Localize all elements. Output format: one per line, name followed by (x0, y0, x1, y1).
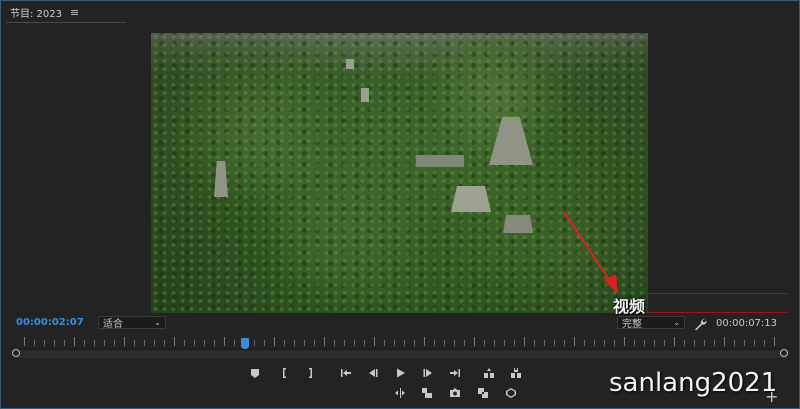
header-divider (6, 22, 126, 23)
playback-resolution-value: 完整 (622, 319, 642, 330)
go-to-in-icon[interactable] (339, 366, 353, 380)
chevron-down-icon: ⌄ (154, 318, 161, 327)
export-frame-icon[interactable] (448, 386, 462, 400)
settings-wrench-icon[interactable] (694, 316, 707, 331)
vr-video-icon[interactable] (504, 386, 518, 400)
red-arrow-annotation (563, 211, 618, 294)
step-back-icon[interactable] (366, 366, 380, 380)
go-to-out-icon[interactable] (448, 366, 462, 380)
panel-title[interactable]: 节目: 2023 (10, 5, 62, 20)
red-underline-annotation (648, 312, 788, 313)
trim-icon[interactable] (393, 386, 407, 400)
duration-timecode: 00:00:07:13 (716, 318, 778, 329)
overwrite-icon[interactable] (476, 386, 490, 400)
panel-header: 节目: 2023 ≡ (10, 4, 79, 20)
current-timecode[interactable]: 00:00:02:07 (16, 317, 84, 328)
time-ruler[interactable] (16, 335, 786, 349)
playhead[interactable] (241, 338, 249, 350)
mark-out-icon[interactable] (303, 366, 317, 380)
video-subtitle: 视频 (613, 297, 646, 316)
lift-icon[interactable] (482, 366, 496, 380)
add-marker-icon[interactable] (248, 366, 262, 380)
playback-resolution-select[interactable]: 完整 ⌄ (617, 316, 685, 330)
zoom-level-value: 适合 (103, 319, 123, 330)
scrollbar-left-handle[interactable] (12, 349, 20, 357)
temple-ruin (503, 215, 533, 233)
mark-in-icon[interactable] (278, 366, 292, 380)
temple-ruin (416, 155, 464, 167)
add-button[interactable]: + (765, 387, 778, 406)
chevron-down-icon: ⌄ (673, 318, 680, 327)
step-forward-icon[interactable] (421, 366, 435, 380)
insert-icon[interactable] (420, 386, 434, 400)
temple-ruin (361, 88, 369, 102)
extract-icon[interactable] (509, 366, 523, 380)
scrollbar-right-handle[interactable] (780, 349, 788, 357)
temple-ruin (346, 59, 354, 69)
temple-ruin (451, 186, 491, 212)
watermark-text: sanlang2021 (609, 368, 778, 398)
ruler-major-ticks (24, 337, 778, 346)
zoom-level-select[interactable]: 适合 ⌄ (98, 316, 166, 330)
hamburger-menu-icon[interactable]: ≡ (70, 6, 79, 19)
play-icon[interactable] (393, 366, 407, 380)
timeline-scrollbar-track[interactable] (16, 349, 786, 358)
red-underline-annotation (648, 293, 788, 294)
